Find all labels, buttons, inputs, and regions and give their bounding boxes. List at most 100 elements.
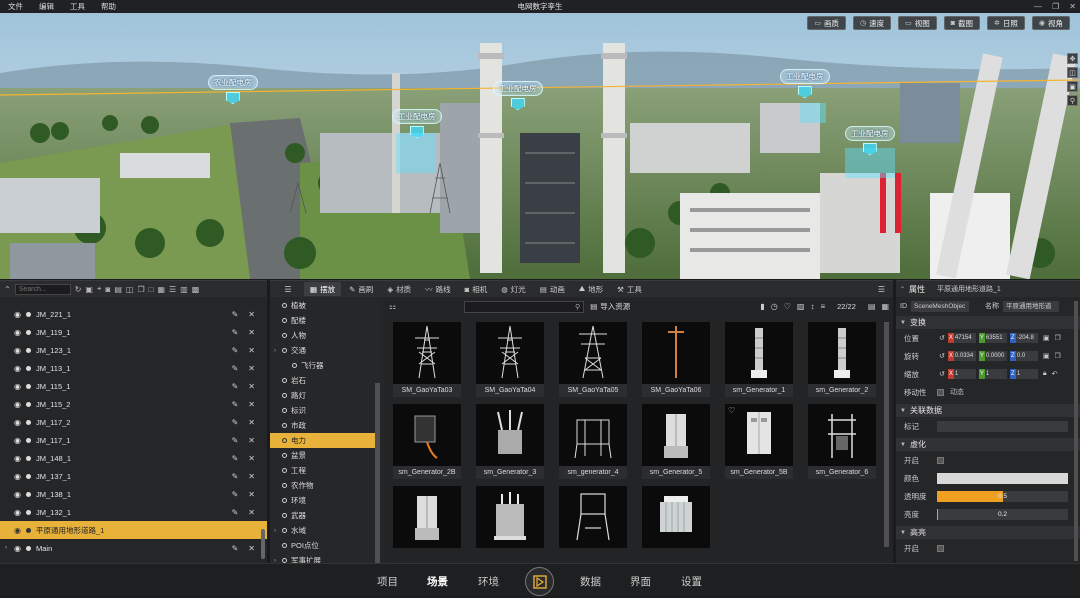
eye-icon[interactable]: ◉: [14, 508, 21, 517]
eye-icon[interactable]: ◉: [14, 490, 21, 499]
asset-card[interactable]: sm_Generator_2B: [393, 404, 461, 479]
minimize-icon[interactable]: —: [1034, 2, 1042, 11]
category-item[interactable]: 路灯: [270, 388, 380, 403]
section-blur[interactable]: ▼ 虚化: [896, 438, 1080, 451]
category-item[interactable]: 武器: [270, 508, 380, 523]
heart-icon[interactable]: ♡: [728, 406, 735, 415]
rotation-z-field[interactable]: Z 0.0: [1009, 351, 1038, 361]
outliner-row[interactable]: ◉ JM_123_1 ✎ ✕: [0, 341, 267, 359]
collapse-icon[interactable]: ⌃: [4, 285, 11, 294]
highlight-enable-checkbox[interactable]: [937, 544, 944, 552]
panel-menu-icon[interactable]: ☰: [878, 285, 893, 294]
delete-icon[interactable]: ✕: [248, 382, 255, 391]
tab-3[interactable]: 〰路线: [419, 282, 457, 296]
table-icon[interactable]: ▥: [180, 285, 188, 294]
category-item[interactable]: 市政: [270, 418, 380, 433]
reset-icon[interactable]: ↺: [939, 370, 945, 378]
asset-card[interactable]: SM_GaoYaTa05: [559, 322, 627, 397]
delete-icon[interactable]: ✕: [248, 418, 255, 427]
delete-icon[interactable]: ✕: [248, 310, 255, 319]
layers-icon[interactable]: ◫: [1067, 67, 1078, 78]
eye-icon[interactable]: ◉: [14, 364, 21, 373]
category-item[interactable]: POI点位: [270, 538, 380, 553]
outliner-row[interactable]: ◉ JM_115_2 ✎ ✕: [0, 395, 267, 413]
split-icon[interactable]: ◫: [126, 285, 134, 294]
edit-icon[interactable]: ✎: [232, 328, 239, 337]
undo-icon[interactable]: ↶: [1052, 370, 1058, 378]
save-icon[interactable]: ▣: [1043, 352, 1050, 360]
expand-icon[interactable]: ›: [5, 545, 7, 551]
delete-icon[interactable]: ✕: [248, 490, 255, 499]
refresh-icon[interactable]: ↻: [75, 285, 82, 294]
sunlight-button[interactable]: ✲ 日照: [987, 16, 1025, 30]
color-swatch[interactable]: [937, 472, 1068, 484]
tab-7[interactable]: ⛰ 地形: [573, 282, 609, 296]
tab-6[interactable]: ▤ 动画: [534, 282, 571, 296]
move-icon[interactable]: ✥: [1067, 53, 1078, 64]
menu-tools[interactable]: 工具: [62, 1, 93, 12]
category-item[interactable]: 人物: [270, 328, 380, 343]
nav-scene[interactable]: 场景: [427, 564, 448, 598]
asset-scrollbar[interactable]: [884, 322, 889, 547]
filter-icon[interactable]: ≡: [820, 302, 825, 311]
opacity-slider[interactable]: 0.5: [937, 490, 1068, 502]
list-view-icon[interactable]: ▤: [868, 302, 876, 311]
category-scrollbar[interactable]: [375, 383, 380, 573]
grid-icon[interactable]: ▦: [157, 285, 165, 294]
poi-marker[interactable]: 工业配电房: [493, 81, 543, 110]
edit-icon[interactable]: ✎: [232, 454, 239, 463]
copy-icon[interactable]: ❐: [137, 285, 144, 294]
edit-icon[interactable]: ✎: [232, 400, 239, 409]
name-field[interactable]: 平原通用地形道: [1003, 300, 1059, 312]
outliner-row[interactable]: ◉ JM_115_1 ✎ ✕: [0, 377, 267, 395]
camera-icon[interactable]: ◙: [105, 285, 110, 294]
delete-icon[interactable]: ✕: [248, 364, 255, 373]
edit-icon[interactable]: ✎: [232, 544, 239, 553]
quality-button[interactable]: ▭ 画质: [807, 16, 847, 30]
tab-1[interactable]: ✎ 画刷: [343, 282, 379, 296]
asset-card[interactable]: ♡ sm_Generator_5B: [725, 404, 793, 479]
asset-card[interactable]: [642, 486, 710, 548]
rotation-x-field[interactable]: X 0.0334: [947, 351, 976, 361]
edit-icon[interactable]: ✎: [232, 418, 239, 427]
category-item[interactable]: 工程: [270, 463, 380, 478]
eye-icon[interactable]: ◉: [14, 472, 21, 481]
tab-8[interactable]: ⚒ 工具: [611, 282, 648, 296]
nav-interface[interactable]: 界面: [630, 564, 651, 598]
close-icon[interactable]: ✕: [1069, 2, 1076, 11]
lock-icon[interactable]: 🔒︎: [1043, 370, 1047, 378]
menu-help[interactable]: 帮助: [93, 1, 124, 12]
scene-viewport[interactable]: 农业配电房 工业配电房 工业配电房 工业配电房 工业配电房 ▭ 画质 ◷ 速度 ▭ 视…: [0, 13, 1080, 279]
edit-icon[interactable]: ✎: [232, 490, 239, 499]
expand-icon[interactable]: ›: [274, 528, 276, 534]
outliner-row[interactable]: ◉ JM_117_1 ✎ ✕: [0, 431, 267, 449]
nav-project[interactable]: 项目: [377, 564, 398, 598]
poi-marker[interactable]: 工业配电房: [392, 109, 442, 138]
person-icon[interactable]: ⚲: [1067, 95, 1078, 106]
poi-marker[interactable]: 工业配电房: [845, 126, 895, 155]
edit-icon[interactable]: ✎: [232, 364, 239, 373]
asset-card[interactable]: sm_Generator_5: [642, 404, 710, 479]
eye-icon[interactable]: ◉: [14, 418, 21, 427]
outliner-row-selected[interactable]: ◉ 平原通用地形道路_1: [0, 521, 267, 539]
eye-icon[interactable]: ◉: [14, 310, 21, 319]
outliner-row[interactable]: ◉ JM_119_1 ✎ ✕: [0, 323, 267, 341]
outliner-row[interactable]: ◉ JM_148_1 ✎ ✕: [0, 449, 267, 467]
properties-scrollbar[interactable]: [1074, 301, 1078, 561]
edit-icon[interactable]: ✎: [232, 346, 239, 355]
eye-icon[interactable]: ◉: [14, 436, 21, 445]
dynamic-checkbox[interactable]: [937, 388, 944, 396]
speed-button[interactable]: ◷ 速度: [853, 16, 892, 30]
menu-file[interactable]: 文件: [0, 1, 31, 12]
menu-edit[interactable]: 编辑: [31, 1, 62, 12]
section-transform[interactable]: ▼ 变换: [896, 316, 1080, 329]
position-x-field[interactable]: X 47154: [947, 333, 976, 343]
outliner-row[interactable]: ◉ JM_113_1 ✎ ✕: [0, 359, 267, 377]
edit-icon[interactable]: ✎: [232, 436, 239, 445]
asset-card[interactable]: [476, 486, 544, 548]
eye-icon[interactable]: ◉: [14, 526, 21, 535]
asset-card[interactable]: SM_GaoYaTa03: [393, 322, 461, 397]
category-item[interactable]: 农作物: [270, 478, 380, 493]
delete-icon[interactable]: ✕: [248, 472, 255, 481]
brightness-slider[interactable]: 0.2: [937, 508, 1068, 520]
